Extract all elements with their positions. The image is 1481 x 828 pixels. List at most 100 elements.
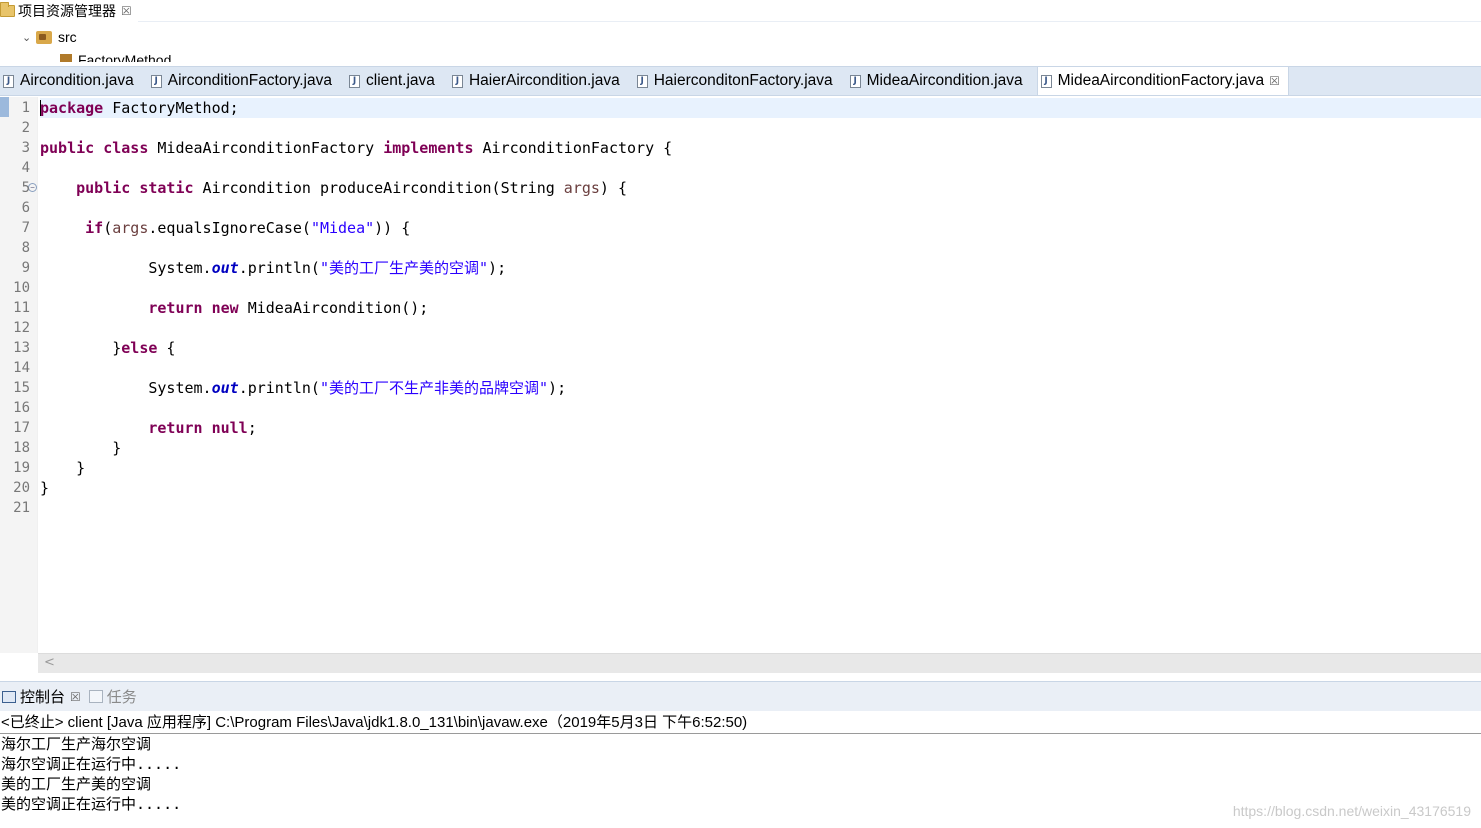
line-number: 21 (13, 500, 30, 516)
line-number: 10 (13, 280, 30, 296)
editor-tab-label: HaierconditonFactory.java (653, 72, 833, 89)
source-folder-icon (36, 30, 52, 44)
line-number: 15 (13, 380, 30, 396)
tab-tasks[interactable]: 任务 (87, 682, 143, 712)
code-token: out (211, 379, 239, 397)
code-token: null (211, 419, 248, 437)
code-token: implements (383, 139, 474, 157)
code-token: )) { (374, 219, 411, 237)
code-line[interactable]: System.out.println("美的工厂不生产非美的品牌空调"); (40, 378, 566, 398)
line-number: 5 (21, 180, 30, 196)
horizontal-scrollbar[interactable]: < (38, 653, 1481, 673)
line-number: 18 (13, 440, 30, 456)
close-icon[interactable]: ☒ (121, 5, 132, 17)
code-token: ); (548, 379, 567, 397)
code-line[interactable]: if(args.equalsIgnoreCase("Midea")) { (40, 218, 410, 238)
editor-tab-aircondition-java[interactable]: J Aircondition.java (0, 67, 148, 95)
line-number: 17 (13, 420, 30, 436)
line-number: 9 (21, 260, 30, 276)
editor-tab-mideaaircondition-java[interactable]: J MideaAircondition.java (847, 67, 1037, 95)
code-line[interactable]: return null; (40, 418, 257, 438)
editor-tab-haierconditonfactory-java[interactable]: J HaierconditonFactory.java (634, 67, 847, 95)
code-token: args (112, 219, 149, 237)
editor-tab-mideaairconditionfactory-java[interactable]: J MideaAirconditionFactory.java ☒ (1036, 67, 1289, 95)
code-token: } (40, 439, 122, 457)
code-token: ) { (599, 179, 628, 197)
code-token: .println( (238, 379, 320, 397)
editor-tab-bar: J Aircondition.java J AirconditionFactory.j… (0, 66, 1481, 96)
code-token: System. (40, 259, 212, 277)
code-token: FactoryMethod; (103, 99, 239, 117)
close-icon[interactable]: ☒ (1269, 75, 1280, 87)
editor-tab-airconditionfactory-java[interactable]: J AirconditionFactory.java (148, 67, 346, 95)
editor-tab-client-java[interactable]: Jclient.java (346, 67, 449, 95)
code-token: new (211, 299, 239, 317)
tab-project-explorer[interactable]: 项目资源管理器 ☒ (0, 0, 138, 22)
tree-item-package[interactable]: FactoryMethod (60, 52, 171, 62)
line-number: 11 (13, 300, 30, 316)
tab-tasks-label: 任务 (106, 689, 137, 706)
chevron-down-icon[interactable]: ⌄ (22, 31, 36, 44)
line-number: 3 (21, 140, 30, 156)
editor-tab-label: MideaAircondition.java (866, 72, 1023, 89)
code-token: public (40, 139, 95, 157)
code-token: package (40, 99, 104, 117)
code-token: public (76, 179, 131, 197)
java-file-icon: J (3, 74, 14, 88)
java-file-icon: J (1040, 74, 1052, 88)
code-line[interactable]: package FactoryMethod; (40, 98, 1481, 118)
line-number: 13 (13, 340, 30, 356)
code-line[interactable]: } (40, 478, 49, 498)
code-token: out (211, 259, 239, 277)
explorer-tab-bar: 项目资源管理器 ☒ (0, 0, 1481, 22)
editor-tab-label: Aircondition.java (20, 72, 134, 89)
scroll-left-icon[interactable]: < (44, 655, 55, 670)
line-number: 7 (21, 220, 30, 236)
java-file-icon: J (349, 74, 360, 88)
console-icon (2, 690, 16, 703)
code-token: if (85, 219, 104, 237)
close-icon[interactable]: ☒ (70, 691, 81, 703)
code-line[interactable]: } (40, 438, 121, 458)
code-line[interactable]: public class MideaAirconditionFactory im… (40, 138, 672, 158)
line-number: 8 (21, 240, 30, 256)
code-line[interactable]: } (40, 458, 85, 478)
tab-console[interactable]: 控制台 ☒ (0, 681, 87, 712)
code-line[interactable]: return new MideaAircondition(); (40, 298, 428, 318)
package-icon (60, 54, 72, 62)
tree-item-src[interactable]: ⌄ src (22, 29, 77, 45)
code-line[interactable]: public static Aircondition produceAircon… (40, 178, 627, 198)
editor-tab-haieraircondition-java[interactable]: J HaierAircondition.java (449, 67, 634, 95)
code-line[interactable]: System.out.println("美的工厂生产美的空调"); (40, 258, 506, 278)
line-number: 2 (21, 120, 30, 136)
line-number: 1 (21, 100, 30, 116)
tab-console-label: 控制台 (20, 689, 66, 706)
code-token: Aircondition produceAircondition(String (193, 179, 564, 197)
line-number: 4 (21, 160, 30, 176)
line-number-gutter: − 1 2 3 4 5 6 7 8 9 10 11 12 13 14 15 16 17 18 19 20 21 (0, 97, 38, 653)
java-file-icon: J (150, 74, 162, 88)
code-token: MideaAircondition(); (238, 299, 429, 317)
code-token: else (121, 339, 158, 357)
line-number: 16 (13, 400, 30, 416)
console-output-line: 海尔空调正在运行中..... (1, 755, 182, 773)
code-token: .equalsIgnoreCase( (148, 219, 311, 237)
line-number: 14 (13, 360, 30, 376)
tree-item-src-label: src (58, 29, 77, 45)
code-line[interactable]: }else { (40, 338, 175, 358)
editor-tab-label: client.java (366, 72, 435, 89)
code-token: ; (247, 419, 257, 437)
java-file-icon: J (451, 74, 463, 88)
code-token: static (139, 179, 194, 197)
line-number: 19 (13, 460, 30, 476)
code-token: "美的工厂生产美的空调" (319, 259, 489, 277)
java-file-icon: J (849, 74, 861, 88)
code-editor[interactable]: − 1 2 3 4 5 6 7 8 9 10 11 12 13 14 15 16 17 18 19 20 21 pack… (0, 97, 1481, 653)
editor-tab-label: HaierAircondition.java (468, 72, 620, 89)
